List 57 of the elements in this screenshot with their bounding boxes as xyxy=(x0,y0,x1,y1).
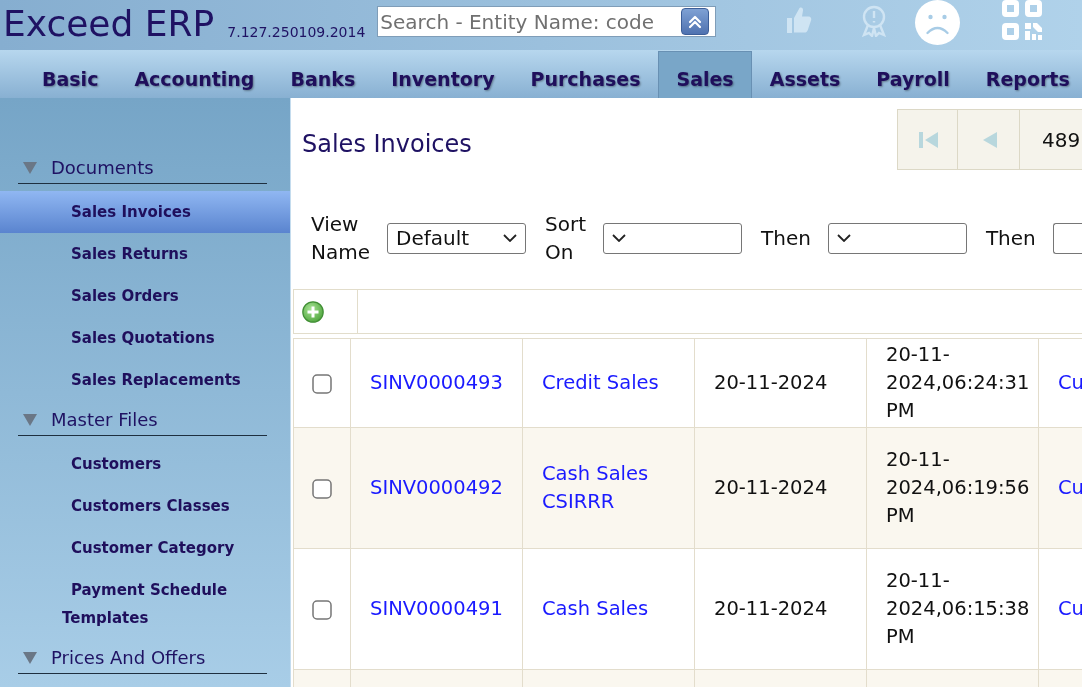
filter-label: Then xyxy=(761,225,811,252)
nav-tab[interactable]: Basic xyxy=(24,51,117,98)
sidebar-item[interactable]: Customers xyxy=(0,443,290,485)
search-field[interactable]: Search - Entity Name: code xyxy=(377,6,717,37)
nav-tab[interactable]: Payroll xyxy=(858,51,968,98)
invoice-number-link[interactable]: SINV0000491 xyxy=(370,595,503,623)
sidebar-group-header[interactable]: Prices And Offers xyxy=(18,639,267,674)
table-cell: 20-11-2024 xyxy=(694,338,867,428)
table-cell: 20-11-2024 xyxy=(694,548,867,670)
invoice-number-link[interactable]: SINV0000492 xyxy=(370,474,503,502)
chevron-down-icon xyxy=(503,234,517,242)
table-link[interactable]: Cu xyxy=(1058,369,1082,397)
table-link[interactable]: Cu xyxy=(1058,595,1082,623)
chevron-down-icon xyxy=(612,234,626,242)
plus-circle-icon xyxy=(302,300,324,323)
filter-dropdown[interactable]: Default xyxy=(387,222,526,254)
nav-tab[interactable]: Sales xyxy=(658,51,752,98)
sidebar-group-header[interactable]: Master Files xyxy=(18,401,267,436)
nav-tab[interactable]: Accounting xyxy=(116,51,273,98)
nav-tab[interactable]: Banks xyxy=(272,51,374,98)
filter-dropdown[interactable] xyxy=(827,222,967,254)
sidebar-item[interactable]: Sales Orders xyxy=(0,275,290,317)
sidebar-item[interactable]: Sales Quotations xyxy=(0,317,290,359)
filter-dropdown[interactable] xyxy=(603,222,742,254)
nav-tab[interactable]: Assets xyxy=(751,51,859,98)
row-checkbox[interactable] xyxy=(312,373,332,394)
sidebar-item[interactable]: Customers Classes xyxy=(0,485,290,527)
table-cell: 20-11-2024,06:15:38 PM xyxy=(866,548,1039,670)
skip-to-start-icon xyxy=(916,129,939,150)
page-title: Sales Invoices xyxy=(302,129,472,159)
sidebar-item[interactable]: Sales Invoices xyxy=(0,191,290,233)
version-label: 7.127.250109.2014 xyxy=(227,23,366,41)
table-link[interactable]: Cu xyxy=(1058,474,1082,502)
sidebar-group-header[interactable]: Documents xyxy=(18,149,267,184)
row-checkbox[interactable] xyxy=(312,478,332,499)
filter-dropdown[interactable] xyxy=(1052,222,1082,254)
record-counter: 489 xyxy=(1041,126,1082,154)
chevron-down-icon xyxy=(836,234,851,242)
thumbs-up-icon[interactable] xyxy=(786,5,813,35)
row-checkbox[interactable] xyxy=(312,599,332,620)
filter-label: Sort On xyxy=(545,211,586,266)
filter-label: Then xyxy=(985,225,1036,252)
sidebar-item[interactable]: Sales Returns xyxy=(0,233,290,275)
sidebar-item[interactable]: Payment Schedule Templates xyxy=(0,569,290,639)
sidebar-item[interactable]: Customer Category xyxy=(0,527,290,569)
app-title: Exceed ERP xyxy=(3,2,215,46)
table-cell: 20-11-2024 xyxy=(694,427,867,549)
table-cell: 20-11-2024,06:24:31 PM xyxy=(866,338,1039,428)
invoice-type-link[interactable]: Cash Sales xyxy=(542,595,649,623)
filter-label: View Name xyxy=(311,211,370,266)
nav-tab[interactable]: Purchases xyxy=(512,51,659,98)
double-chevron-up-icon xyxy=(687,13,704,30)
table-cell: 20-11-2024,06:19:56 PM xyxy=(866,427,1039,549)
sidebar-item[interactable]: Sales Replacements xyxy=(0,359,290,401)
nav-tab[interactable]: Inventory xyxy=(373,51,513,98)
nav-tab[interactable]: Reports xyxy=(967,51,1082,98)
search-options-button[interactable] xyxy=(681,8,710,35)
